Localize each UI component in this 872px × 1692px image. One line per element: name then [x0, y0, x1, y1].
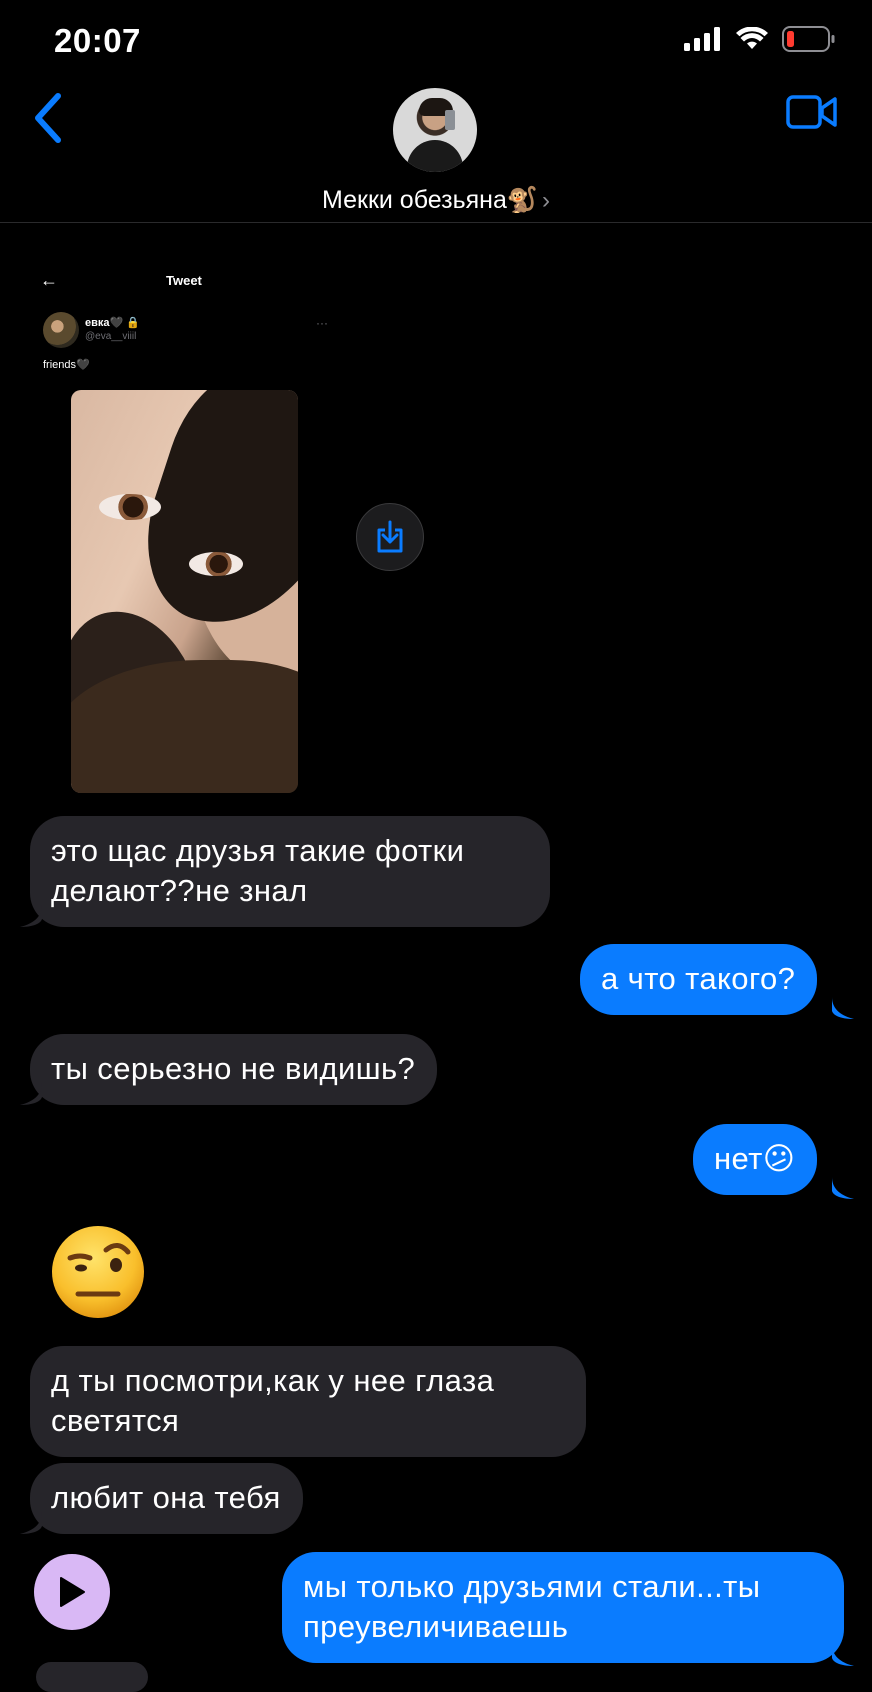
tweet-text: friends🖤	[43, 359, 90, 371]
tweet-photo[interactable]	[71, 390, 298, 793]
chevron-right-icon: ›	[541, 187, 550, 214]
message-outgoing[interactable]: нет😕	[693, 1124, 818, 1195]
message-incoming[interactable]: это щас друзья такие фотки делают??не зн…	[30, 816, 550, 927]
partial-message-bubble	[36, 1662, 148, 1692]
message-incoming[interactable]: д ты посмотри,как у нее глаза светятся	[30, 1346, 586, 1457]
tweet-more-icon: ···	[316, 316, 328, 330]
video-call-button[interactable]	[786, 94, 838, 130]
header-divider	[0, 222, 872, 223]
bubble-tail	[832, 997, 854, 1019]
download-icon	[377, 520, 403, 553]
tweet-back-arrow-icon: ←	[40, 270, 58, 290]
status-icons	[684, 26, 836, 52]
message-incoming[interactable]: ты серьезно не видишь?	[30, 1034, 438, 1105]
photo-eye	[189, 552, 243, 576]
battery-low-icon	[782, 26, 835, 52]
message-outgoing[interactable]: мы только друзьями стали...ты преувеличи…	[282, 1552, 844, 1663]
tweet-username: евка🖤 🔒	[85, 317, 140, 329]
bubble-tail	[20, 1512, 42, 1534]
play-icon	[60, 1577, 85, 1607]
back-button[interactable]	[30, 92, 70, 144]
bubble-tail	[20, 1083, 42, 1105]
tweet-avatar	[43, 312, 79, 348]
signal-icon	[684, 27, 720, 51]
raised-eyebrow-emoji[interactable]	[48, 1220, 148, 1320]
video-call-icon	[786, 95, 837, 129]
photo-clothing	[71, 660, 298, 793]
raised-eyebrow-emoji-icon	[52, 1226, 144, 1318]
bubble-tail	[832, 1644, 854, 1666]
message-outgoing[interactable]: а что такого?	[580, 944, 818, 1015]
save-image-button[interactable]	[356, 503, 424, 571]
wifi-icon	[736, 27, 768, 49]
contact-avatar[interactable]	[393, 88, 477, 172]
photo-eye	[99, 494, 161, 520]
back-chevron-icon	[35, 93, 61, 143]
bubble-tail	[832, 1177, 854, 1199]
status-time: 20:07	[54, 22, 141, 59]
contact-name: Мекки обезьяна🐒	[322, 186, 538, 214]
tweet-title: Tweet	[166, 273, 202, 288]
play-button[interactable]	[34, 1554, 110, 1630]
contact-name-row[interactable]: Мекки обезьяна🐒 ›	[0, 186, 872, 215]
avatar-shirt	[407, 140, 463, 172]
tweet-handle: @eva__viiil	[85, 331, 137, 342]
avatar-phone	[445, 110, 455, 130]
message-incoming[interactable]: любит она тебя	[30, 1463, 303, 1534]
bubble-tail	[20, 905, 42, 927]
